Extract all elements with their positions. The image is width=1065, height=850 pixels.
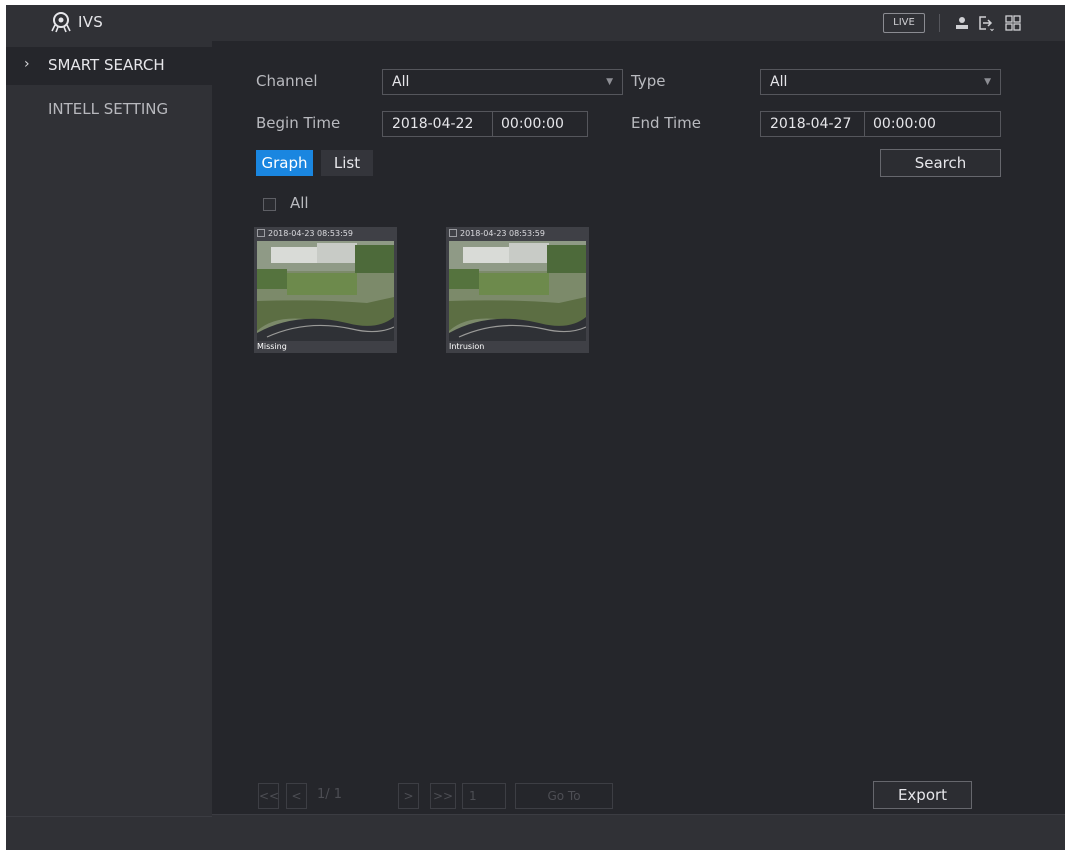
app-title: IVS	[78, 13, 104, 31]
field-divider	[864, 112, 865, 136]
sidebar-item-smart-search[interactable]: › SMART SEARCH	[6, 47, 212, 85]
page-status: 1/ 1	[317, 787, 343, 802]
chevron-right-icon: ›	[24, 56, 30, 72]
dropdown-arrow-icon: ▼	[606, 77, 613, 87]
end-time-value: 00:00:00	[873, 116, 936, 132]
event-type-label: Missing	[257, 342, 287, 351]
toolbar-divider	[939, 14, 940, 32]
sidebar: › SMART SEARCH INTELL SETTING	[6, 41, 212, 850]
app-window: IVS LIVE › SMART SEARCH INTELL SETTING C…	[6, 5, 1065, 850]
search-button[interactable]: Search	[880, 149, 1001, 177]
logout-icon[interactable]	[976, 14, 994, 32]
tab-graph[interactable]: Graph	[256, 150, 313, 176]
begin-time-label: Begin Time	[256, 114, 341, 132]
thumbnail-timestamp: 2018-04-23 08:53:59	[460, 229, 545, 238]
select-all-label: All	[290, 194, 309, 212]
sidebar-item-label: INTELL SETTING	[48, 100, 169, 118]
sidebar-item-intell-setting[interactable]: INTELL SETTING	[6, 91, 212, 129]
field-divider	[492, 112, 493, 136]
ivs-icon	[51, 12, 71, 33]
thumbnail-checkbox[interactable]	[257, 229, 265, 237]
select-all-checkbox[interactable]	[263, 198, 276, 211]
channel-value: All	[392, 74, 410, 90]
next-page-button[interactable]: >	[398, 783, 419, 809]
thumbnail-header: 2018-04-23 08:53:59	[254, 227, 397, 241]
event-type-label: Intrusion	[449, 342, 485, 351]
last-page-button[interactable]: >>	[430, 783, 456, 809]
export-button[interactable]: Export	[873, 781, 972, 809]
channel-label: Channel	[256, 72, 318, 90]
result-thumbnail[interactable]: 2018-04-23 08:53:59 Missing	[254, 227, 397, 353]
top-bar: IVS LIVE	[6, 5, 1065, 41]
begin-time-field[interactable]: 2018-04-22 00:00:00	[382, 111, 588, 137]
type-label: Type	[631, 72, 666, 90]
type-value: All	[770, 74, 788, 90]
status-bar	[212, 814, 1065, 850]
end-date-value: 2018-04-27	[770, 116, 852, 132]
live-button[interactable]: LIVE	[883, 13, 925, 33]
grid-icon[interactable]	[1004, 14, 1022, 32]
begin-time-value: 00:00:00	[501, 116, 564, 132]
snapshot-image	[449, 241, 586, 341]
sidebar-footer	[6, 816, 212, 850]
go-to-button[interactable]: Go To	[515, 783, 613, 809]
result-thumbnail[interactable]: 2018-04-23 08:53:59 Intrusion	[446, 227, 589, 353]
end-time-field[interactable]: 2018-04-27 00:00:00	[760, 111, 1001, 137]
dropdown-arrow-icon: ▼	[984, 77, 991, 87]
channel-select[interactable]: All ▼	[382, 69, 623, 95]
user-icon[interactable]	[953, 14, 971, 32]
sidebar-item-label: SMART SEARCH	[48, 56, 165, 74]
begin-date-value: 2018-04-22	[392, 116, 474, 132]
thumbnail-timestamp: 2018-04-23 08:53:59	[268, 229, 353, 238]
prev-page-button[interactable]: <	[286, 783, 307, 809]
tab-list[interactable]: List	[321, 150, 373, 176]
thumbnail-checkbox[interactable]	[449, 229, 457, 237]
thumbnail-header: 2018-04-23 08:53:59	[446, 227, 589, 241]
first-page-button[interactable]: <<	[258, 783, 279, 809]
snapshot-image	[257, 241, 394, 341]
page-number-input[interactable]: 1	[462, 783, 506, 809]
type-select[interactable]: All ▼	[760, 69, 1001, 95]
end-time-label: End Time	[631, 114, 701, 132]
